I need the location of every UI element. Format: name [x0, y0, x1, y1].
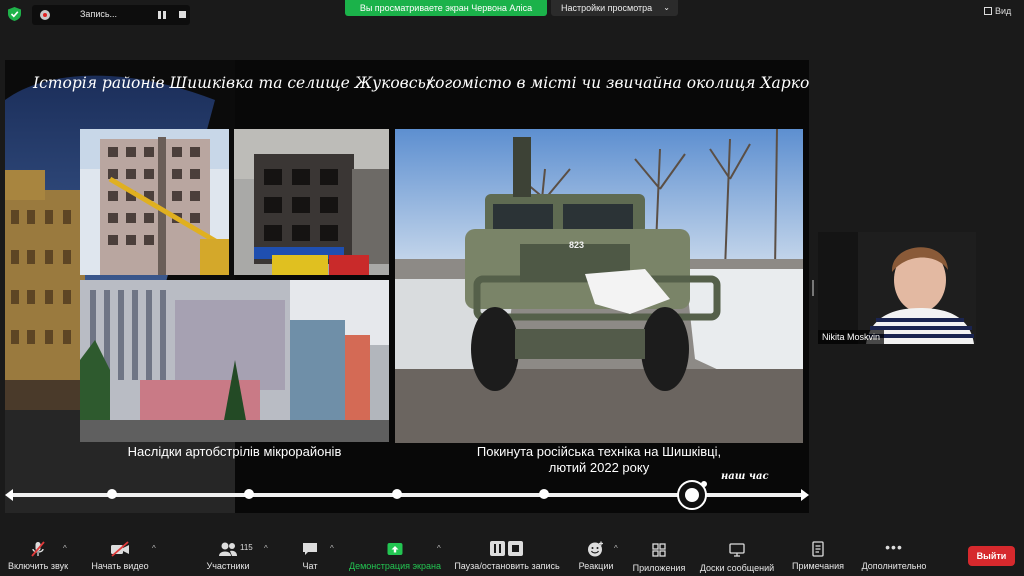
timeline-right-arrow-icon	[801, 489, 809, 501]
vehicle-plate-text: 823	[569, 240, 585, 250]
reactions-options-caret-icon[interactable]: ^	[614, 544, 618, 553]
more-dots-icon: •••	[885, 539, 903, 555]
video-options-caret-icon[interactable]: ^	[152, 544, 156, 553]
view-settings-button[interactable]: Настройки просмотра ⌄	[551, 0, 678, 16]
pause-stop-recording-button[interactable]: Пауза/остановить запись	[452, 536, 562, 571]
reactions-smiley-icon	[588, 541, 603, 557]
participants-label: Участники	[206, 561, 250, 571]
view-settings-label: Настройки просмотра	[561, 3, 653, 13]
start-video-label: Начать видео	[91, 561, 149, 571]
chat-icon	[303, 543, 317, 555]
timeline-point	[244, 489, 254, 499]
leave-meeting-button[interactable]: Выйти	[968, 546, 1015, 566]
slide-title-separator: /	[427, 74, 433, 92]
security-shield-icon[interactable]	[8, 7, 21, 21]
timeline-left-arrow-icon	[5, 489, 13, 501]
abandoned-vehicle-photo	[395, 129, 803, 443]
participant-name: Nikita Moskvin	[818, 330, 885, 344]
participants-button[interactable]: Участники	[200, 536, 256, 571]
stop-recording-icon[interactable]	[179, 11, 186, 18]
notes-icon	[812, 541, 824, 557]
reactions-button[interactable]: Реакции	[576, 536, 616, 571]
caption-abandoned-vehicle-line1: Покинута російська техніка на Шишківці,	[476, 444, 722, 459]
unmute-label: Включить звук	[7, 561, 69, 571]
unmute-button[interactable]: Включить звук	[5, 536, 71, 571]
recording-icon	[40, 10, 50, 20]
share-screen-icon	[387, 543, 403, 555]
top-bar: Запись... Вы просматриваете экран Червон…	[0, 0, 1024, 26]
pause-recording-icon[interactable]	[158, 11, 166, 19]
pause-stop-recording-icon	[490, 541, 524, 557]
video-off-icon	[111, 541, 129, 557]
apps-label: Приложения	[632, 563, 686, 573]
participants-options-caret-icon[interactable]: ^	[264, 544, 268, 553]
recording-indicator: Запись...	[32, 5, 190, 25]
participants-count: 115	[240, 543, 253, 552]
participant-video-tile[interactable]: Nikita Moskvin	[818, 232, 976, 344]
chat-options-caret-icon[interactable]: ^	[330, 544, 334, 553]
whiteboards-button[interactable]: Доски сообщений	[696, 536, 778, 573]
share-screen-button[interactable]: Демонстрация экрана	[345, 536, 445, 571]
slide-title-left: Історія районів Шишківка та селище Жуков…	[33, 74, 462, 92]
whiteboards-label: Доски сообщений	[699, 563, 775, 573]
notes-button[interactable]: Примечания	[788, 536, 848, 571]
view-grid-icon	[984, 7, 992, 15]
timeline-current-marker-icon	[677, 480, 707, 510]
share-screen-label: Демонстрация экрана	[349, 561, 441, 571]
more-button[interactable]: ••• Дополнительно	[858, 536, 930, 571]
participant-video-feed	[818, 232, 976, 344]
muted-microphone-icon	[31, 541, 45, 557]
timeline-now-label: наш час	[721, 471, 769, 482]
view-button[interactable]: Вид	[984, 6, 1011, 16]
burnt-building-photo	[234, 129, 389, 275]
panel-resize-handle[interactable]	[812, 280, 814, 296]
start-video-button[interactable]: Начать видео	[88, 536, 152, 571]
meeting-toolbar: Включить звук ^ Начать видео ^ Участники…	[0, 536, 1024, 576]
chat-button[interactable]: Чат	[293, 536, 327, 571]
caption-shelling-aftermath: Наслідки артобстрілів мікрорайонів	[127, 444, 342, 459]
timeline-point	[539, 489, 549, 499]
damaged-apartment-photo	[80, 129, 229, 275]
recording-label: Запись...	[80, 9, 118, 19]
view-button-label: Вид	[995, 6, 1012, 16]
more-label: Дополнительно	[861, 561, 927, 571]
chat-label: Чат	[302, 561, 318, 571]
timeline-point	[107, 489, 117, 499]
viewing-screen-banner: Вы просматриваете экран Червона Аліса	[345, 0, 547, 16]
whiteboard-icon	[729, 543, 745, 557]
participants-icon	[219, 542, 237, 556]
office-buildings-photo	[80, 280, 389, 442]
timeline-point	[392, 489, 402, 499]
audio-options-caret-icon[interactable]: ^	[63, 544, 67, 553]
reactions-label: Реакции	[578, 561, 614, 571]
apps-icon	[652, 543, 666, 557]
pause-stop-recording-label: Пауза/остановить запись	[454, 561, 560, 571]
slide-title-right: місто в місті чи звичайна околиця Харков…	[461, 74, 809, 92]
notes-label: Примечания	[792, 561, 844, 571]
apps-button[interactable]: Приложения	[630, 536, 688, 573]
share-options-caret-icon[interactable]: ^	[437, 544, 441, 553]
shared-screen-slide: Історія районів Шишківка та селище Жуков…	[5, 60, 809, 513]
chevron-down-icon: ⌄	[663, 3, 670, 12]
